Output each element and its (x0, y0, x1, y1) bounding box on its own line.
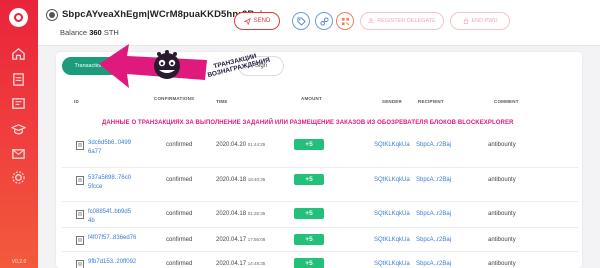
recipient-link[interactable]: SbpcA..r2Baj (416, 237, 451, 243)
transaction-id-link[interactable]: f4f07f57..836ed76 (88, 234, 168, 243)
transaction-clock: 01:26:35 (247, 211, 266, 216)
book-icon[interactable] (11, 96, 26, 111)
amount-badge: +5 (294, 139, 324, 150)
register-delegate-label: REGISTER DELEGATE (377, 18, 436, 24)
amount-badge: +5 (294, 234, 324, 245)
transaction-time: 2020.04.17 14:48:35 (216, 261, 265, 267)
table-row[interactable]: 3dc6d5b6..04996a77 confirmed 2020.04.20 … (62, 133, 578, 167)
comment: antibounty (488, 211, 516, 217)
sender-link[interactable]: SQtKLKqkUa (374, 261, 410, 267)
recipient-link[interactable]: SbpcA..r2Baj (416, 142, 451, 148)
column-header-comment: COMMENT (494, 99, 519, 104)
column-header-recipient: RECIPIENT (418, 99, 444, 104)
register-delegate-button[interactable]: REGISTER DELEGATE (360, 12, 444, 30)
balance-unit: STH (103, 28, 119, 37)
send-label: SEND (253, 18, 271, 24)
qr-code-button[interactable] (336, 12, 354, 30)
amount-badge: +5 (294, 208, 324, 219)
table-row[interactable]: 9fb7d153..20ff092 confirmed 2020.04.17 1… (62, 251, 578, 268)
sidebar: V0.2.0 (0, 0, 38, 268)
confirmation-status: confirmed (166, 261, 193, 267)
transaction-date: 2020.04.18 (216, 211, 247, 217)
transaction-clock: 18:40:35 (247, 177, 266, 182)
transaction-date: 2020.04.20 (216, 142, 247, 148)
transaction-time: 2020.04.18 01:26:35 (216, 211, 265, 217)
person-add-icon (368, 18, 374, 24)
logo-icon[interactable] (9, 8, 28, 27)
recipient-link[interactable]: SbpcA..r2Baj (416, 211, 451, 217)
annotation-arrow (99, 44, 207, 88)
mascot-face-icon (154, 50, 180, 79)
column-header-confirmations[interactable]: CONFIRMATIONS (154, 96, 194, 101)
comment: antibounty (488, 237, 516, 243)
wallet-icon (46, 9, 58, 21)
confirmation-status: confirmed (166, 237, 193, 243)
recipient-link[interactable]: SbpcA..r2Baj (416, 177, 451, 183)
lock-icon (463, 18, 468, 24)
recipient-link[interactable]: SbpcA..r2Baj (416, 261, 451, 267)
graduation-cap-icon[interactable] (11, 122, 26, 137)
qr-code-icon (341, 17, 349, 25)
transaction-id-link[interactable]: fc08854f..bb9d54b (88, 208, 134, 226)
tag-icon (296, 16, 306, 26)
sender-link[interactable]: SQtKLKqkUa (374, 237, 410, 243)
confirmation-status: confirmed (166, 142, 193, 148)
send-icon (243, 17, 251, 25)
transaction-date: 2020.04.17 (216, 261, 247, 267)
transaction-time: 2020.04.17 17:56:08 (216, 237, 265, 243)
document-icon (76, 260, 84, 268)
balance: Balance 360 STH (60, 28, 119, 37)
transaction-id-link[interactable]: 9fb7d153..20ff092 (88, 258, 168, 267)
send-button[interactable]: SEND (234, 12, 280, 30)
transaction-clock: 14:48:35 (247, 261, 266, 266)
wallet-address[interactable]: SbpcAYveaXhEgm|WCrM8puaKKD5hnr2Baj (62, 9, 263, 20)
link-icon (319, 16, 329, 26)
table-row[interactable]: f4f07f57..836ed76 confirmed 2020.04.17 1… (62, 227, 578, 251)
document-icon[interactable] (11, 72, 26, 87)
comment: antibounty (488, 142, 516, 148)
column-header-time[interactable]: TIME (216, 99, 228, 104)
balance-label: Balance (60, 28, 88, 37)
transaction-time: 2020.04.20 01:44:25 (216, 142, 265, 148)
sender-link[interactable]: SQtKLKqkUa (374, 211, 410, 217)
home-icon[interactable] (11, 46, 26, 61)
sender-link[interactable]: SQtKLKqkUa (374, 142, 410, 148)
tag-button[interactable] (292, 12, 310, 30)
comment: antibounty (488, 261, 516, 267)
sender-link[interactable]: SQtKLKqkUa (374, 177, 410, 183)
transaction-id-link[interactable]: 537a5898..76c05fcce (88, 174, 134, 192)
transaction-time: 2020.04.18 18:40:35 (216, 177, 265, 183)
transaction-clock: 01:44:25 (247, 142, 266, 147)
document-icon (76, 210, 84, 219)
document-icon (76, 141, 84, 150)
column-header-amount[interactable]: AMOUNT (301, 96, 322, 101)
transaction-clock: 17:56:08 (247, 237, 266, 242)
column-header-id: ID (74, 99, 79, 104)
end-pwd-button[interactable]: END PWD (450, 12, 510, 30)
amount-badge: +5 (294, 174, 324, 185)
mail-icon[interactable] (11, 146, 26, 161)
table-row[interactable]: 537a5898..76c05fcce confirmed 2020.04.18… (62, 167, 578, 201)
comment: antibounty (488, 177, 516, 183)
column-header-sender: SENDER (382, 99, 402, 104)
annotation-banner: ДАННЫЕ О ТРАНЗАКЦИЯХ ЗА ВЫПОЛНЕНИЕ ЗАДАН… (102, 120, 514, 126)
end-pwd-label: END PWD (471, 18, 498, 24)
transaction-date: 2020.04.18 (216, 177, 247, 183)
document-icon (76, 176, 84, 185)
transaction-date: 2020.04.17 (216, 237, 247, 243)
app-window: V0.2.0 SbpcAYveaXhEgm|WCrM8puaKKD5hnr2Ba… (0, 0, 600, 268)
document-icon (76, 236, 84, 245)
amount-badge: +5 (294, 258, 324, 268)
balance-value: 360 (89, 28, 102, 37)
settings-icon[interactable] (11, 170, 26, 185)
confirmation-status: confirmed (166, 211, 193, 217)
version-label: V0.2.0 (11, 259, 27, 265)
link-button[interactable] (315, 12, 333, 30)
confirmation-status: confirmed (166, 177, 193, 183)
transaction-id-link[interactable]: 3dc6d5b6..04996a77 (88, 139, 134, 157)
